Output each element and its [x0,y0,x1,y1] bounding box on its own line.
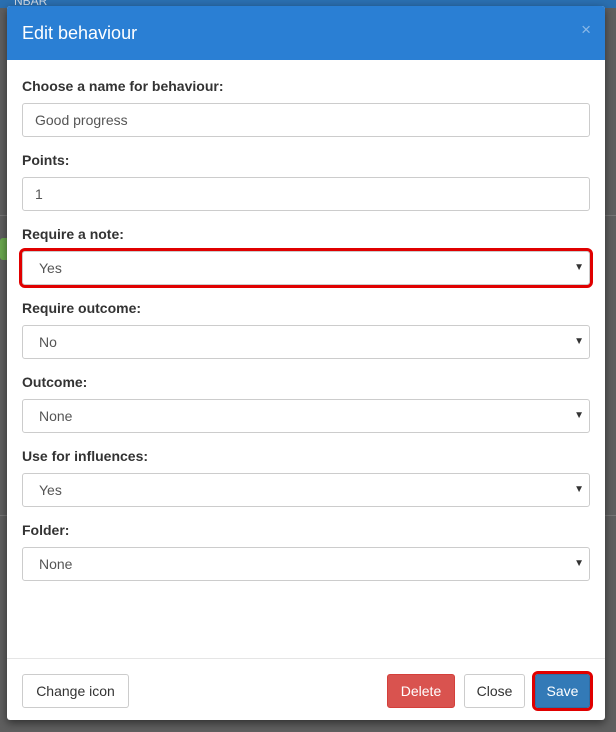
require-outcome-select[interactable]: No ▼ [22,325,590,359]
require-note-group: Require a note: Yes ▼ [19,226,593,288]
edit-behaviour-modal: Edit behaviour × Choose a name for behav… [7,6,605,720]
points-input[interactable]: 1 [22,177,590,211]
modal-body: Choose a name for behaviour: Good progre… [7,60,605,658]
folder-group: Folder: None ▼ [22,522,590,581]
caret-down-icon: ▼ [574,410,584,421]
require-note-select[interactable]: Yes ▼ [19,248,593,288]
name-group: Choose a name for behaviour: Good progre… [22,78,590,137]
close-button[interactable]: Close [464,674,525,708]
points-group: Points: 1 [22,152,590,211]
influences-select[interactable]: Yes ▼ [22,473,590,507]
folder-select[interactable]: None ▼ [22,547,590,581]
influences-value: Yes [39,482,62,498]
change-icon-button[interactable]: Change icon [22,674,129,708]
require-note-value: Yes [39,260,62,276]
influences-group: Use for influences: Yes ▼ [22,448,590,507]
background-green-icon [0,238,7,260]
influences-label: Use for influences: [22,448,149,464]
outcome-group: Outcome: None ▼ [22,374,590,433]
caret-down-icon: ▼ [574,262,584,273]
outcome-label: Outcome: [22,374,88,390]
require-outcome-label: Require outcome: [22,300,142,316]
points-label: Points: [22,152,70,168]
delete-button[interactable]: Delete [387,674,455,708]
require-outcome-group: Require outcome: No ▼ [22,300,590,359]
require-note-label: Require a note: [22,226,124,242]
name-label: Choose a name for behaviour: [22,78,224,94]
caret-down-icon: ▼ [574,336,584,347]
points-input-value: 1 [35,186,43,202]
caret-down-icon: ▼ [574,558,584,569]
outcome-value: None [39,408,73,424]
save-button[interactable]: Save [532,671,593,711]
require-outcome-value: No [39,334,57,350]
folder-label: Folder: [22,522,70,538]
modal-title: Edit behaviour [22,22,138,43]
caret-down-icon: ▼ [574,484,584,495]
name-input-value: Good progress [35,112,128,128]
name-input[interactable]: Good progress [22,103,590,137]
outcome-select[interactable]: None ▼ [22,399,590,433]
close-icon[interactable]: × [581,20,591,40]
modal-header: Edit behaviour × [7,6,605,60]
modal-footer: Change icon Delete Close Save [7,658,605,720]
folder-value: None [39,556,73,572]
